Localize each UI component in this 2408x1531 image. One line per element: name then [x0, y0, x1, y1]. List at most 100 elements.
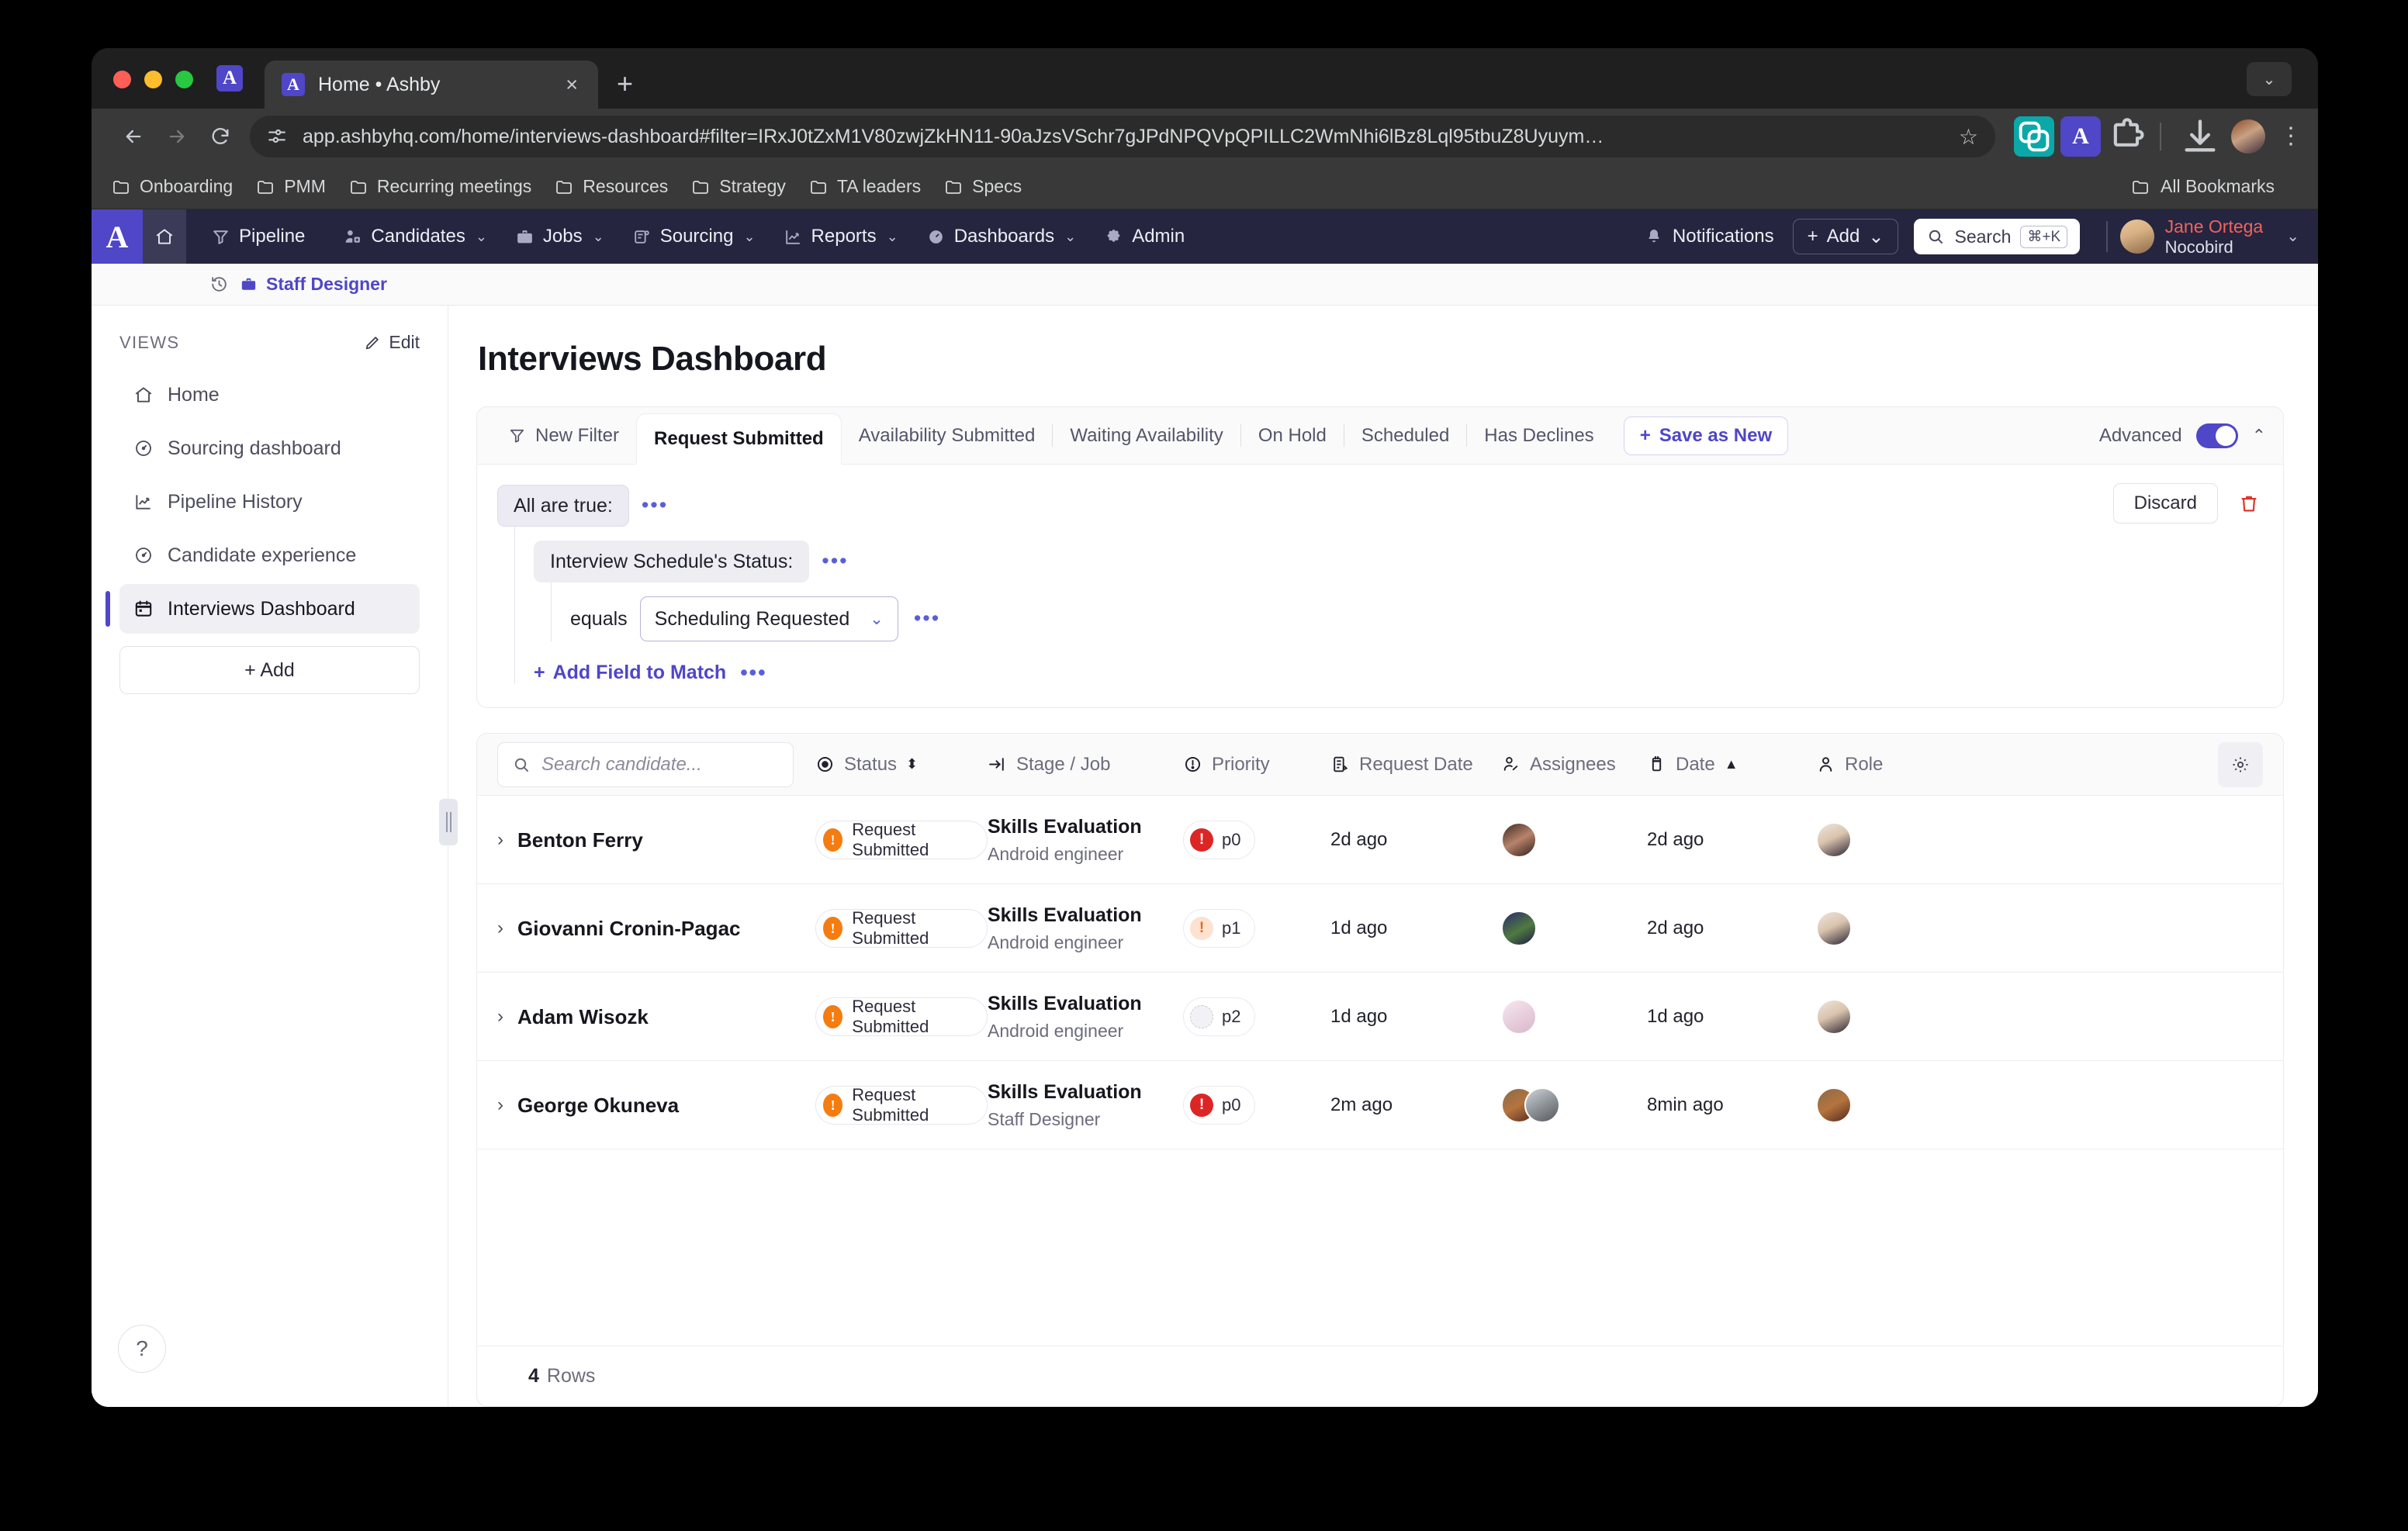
site-settings-icon[interactable]	[267, 126, 287, 147]
column-header-assignees[interactable]: Assignees	[1501, 754, 1647, 776]
help-button[interactable]: ?	[118, 1325, 166, 1373]
filter-value-select[interactable]: Scheduling Requested ⌄	[639, 596, 898, 641]
all-bookmarks-button[interactable]: All Bookmarks	[2131, 176, 2275, 197]
sidebar-resize-handle[interactable]	[439, 799, 458, 845]
url-input[interactable]: app.ashbyhq.com/home/interviews-dashboar…	[250, 116, 1995, 157]
browser-tab[interactable]: A Home • Ashby ×	[265, 60, 598, 109]
reload-button[interactable]	[199, 115, 242, 158]
bookmark-recurring-meetings[interactable]: Recurring meetings	[349, 176, 531, 197]
advanced-toggle[interactable]	[2195, 423, 2238, 448]
save-as-new-button[interactable]: + Save as New	[1623, 416, 1789, 455]
history-icon[interactable]	[209, 275, 229, 294]
role-avatar[interactable]	[1816, 999, 1852, 1035]
nav-item-candidates[interactable]: Candidates ⌄	[329, 209, 501, 264]
add-button[interactable]: + Add ⌄	[1792, 219, 1899, 254]
table-row[interactable]: › Benton Ferry ! Request Submitted Skill…	[477, 796, 2283, 884]
nav-item-jobs[interactable]: Jobs ⌄	[501, 209, 618, 264]
sort-icon[interactable]: ⬍	[906, 757, 918, 771]
bookmark-strategy[interactable]: Strategy	[691, 176, 786, 197]
new-tab-button[interactable]: +	[617, 70, 633, 98]
nav-item-pipeline[interactable]: Pipeline	[197, 209, 329, 264]
tab-waiting-availability[interactable]: Waiting Availability	[1053, 407, 1240, 464]
add-field-options-icon[interactable]: •••	[734, 662, 773, 683]
nav-item-reports[interactable]: Reports ⌄	[770, 209, 912, 264]
table-row[interactable]: › George Okuneva ! Request Submitted Ski…	[477, 1061, 2283, 1149]
column-header-priority[interactable]: Priority	[1183, 754, 1330, 776]
bookmark-specs[interactable]: Specs	[944, 176, 1022, 197]
tab-availability-submitted[interactable]: Availability Submitted	[842, 407, 1053, 464]
browser-menu-icon[interactable]: ⋮	[2279, 125, 2302, 148]
bookmark-onboarding[interactable]: Onboarding	[112, 176, 233, 197]
assignee-avatars[interactable]	[1501, 999, 1537, 1035]
nav-item-dashboards[interactable]: Dashboards ⌄	[912, 209, 1091, 264]
close-window-button[interactable]	[113, 71, 131, 88]
tab-request-submitted[interactable]: Request Submitted	[636, 413, 842, 465]
assignee-avatars[interactable]	[1501, 911, 1537, 946]
table-row[interactable]: › Giovanni Cronin-Pagac ! Request Submit…	[477, 884, 2283, 973]
sidebar-item-home[interactable]: Home	[119, 370, 420, 420]
search-input[interactable]: Search candidate...	[497, 741, 794, 787]
column-header-date[interactable]: Date ▲	[1647, 754, 1816, 776]
expand-row-icon[interactable]: ›	[497, 1094, 503, 1116]
role-avatar[interactable]	[1816, 822, 1852, 858]
bookmark-ta-leaders[interactable]: TA leaders	[809, 176, 921, 197]
ashby-logo[interactable]: A	[92, 209, 143, 264]
breadcrumb-item-staff-designer[interactable]: Staff Designer	[240, 274, 387, 295]
add-view-button[interactable]: + Add	[119, 646, 420, 694]
add-field-to-match-button[interactable]: + Add Field to Match •••	[534, 641, 2260, 684]
sidebar-item-sourcing-dashboard[interactable]: Sourcing dashboard	[119, 423, 420, 473]
edit-views-button[interactable]: Edit	[364, 332, 420, 353]
downloads-icon[interactable]	[2180, 116, 2220, 157]
bookmark-pmm[interactable]: PMM	[256, 176, 326, 197]
discard-button[interactable]: Discard	[2112, 483, 2218, 524]
sidebar-item-interviews-dashboard[interactable]: Interviews Dashboard	[106, 584, 420, 634]
collapse-filter-icon[interactable]: ⌃	[2252, 426, 2266, 446]
close-tab-icon[interactable]: ×	[558, 74, 586, 95]
all-bookmarks-label: All Bookmarks	[2161, 176, 2275, 196]
tab-search-chevron-icon[interactable]: ⌄	[2247, 62, 2292, 96]
column-header-status[interactable]: Status ⬍	[794, 754, 988, 776]
condition-options-icon[interactable]: •••	[908, 608, 946, 628]
bookmark-resources[interactable]: Resources	[555, 176, 668, 197]
sidebar-item-pipeline-history[interactable]: Pipeline History	[119, 477, 420, 527]
sort-asc-icon[interactable]: ▲	[1725, 757, 1739, 771]
user-menu[interactable]: Jane Ortega Nocobird ⌄	[2119, 216, 2299, 257]
tab-has-declines[interactable]: Has Declines	[1467, 407, 1611, 464]
notifications-button[interactable]: Notifications	[1645, 226, 1774, 247]
bookmark-star-icon[interactable]: ☆	[1959, 124, 1978, 150]
profile-avatar[interactable]	[2231, 119, 2265, 154]
table-row[interactable]: › Adam Wisozk ! Request Submitted Skills…	[477, 973, 2283, 1061]
back-button[interactable]	[112, 115, 155, 158]
role-avatar[interactable]	[1816, 1087, 1852, 1123]
maximize-window-button[interactable]	[175, 71, 193, 88]
tab-on-hold[interactable]: On Hold	[1241, 407, 1344, 464]
sidebar-item-candidate-experience[interactable]: Candidate experience	[119, 530, 420, 580]
gear-icon[interactable]	[2218, 741, 2263, 787]
search-button[interactable]: Search ⌘+K	[1914, 219, 2081, 254]
column-header-role[interactable]: Role	[1816, 754, 1909, 776]
extension-icon-1[interactable]	[2014, 116, 2054, 157]
filter-field-chip[interactable]: Interview Schedule's Status:	[534, 541, 810, 582]
column-header-request-date[interactable]: Request Date	[1330, 754, 1501, 776]
nav-home-button[interactable]	[143, 209, 186, 264]
forward-button[interactable]	[155, 115, 199, 158]
expand-row-icon[interactable]: ›	[497, 918, 503, 939]
extension-icon-ashby[interactable]: A	[2060, 116, 2101, 157]
role-avatar[interactable]	[1816, 911, 1852, 946]
expand-row-icon[interactable]: ›	[497, 829, 503, 851]
field-options-icon[interactable]: •••	[815, 551, 854, 571]
nav-item-admin[interactable]: Admin	[1090, 209, 1199, 264]
assignee-avatars[interactable]	[1501, 1087, 1560, 1123]
nav-item-sourcing[interactable]: Sourcing ⌄	[618, 209, 770, 264]
group-options-icon[interactable]: •••	[635, 495, 674, 515]
minimize-window-button[interactable]	[144, 71, 162, 88]
trash-icon[interactable]	[2238, 492, 2260, 514]
column-header-stage-job[interactable]: Stage / Job	[988, 754, 1183, 776]
tab-new-filter[interactable]: New Filter	[491, 407, 636, 464]
window-controls[interactable]	[113, 71, 193, 109]
expand-row-icon[interactable]: ›	[497, 1006, 503, 1028]
extensions-puzzle-icon[interactable]	[2107, 116, 2147, 157]
assignee-avatars[interactable]	[1501, 822, 1537, 858]
filter-group-chip[interactable]: All are true:	[497, 485, 629, 527]
tab-scheduled[interactable]: Scheduled	[1344, 407, 1466, 464]
